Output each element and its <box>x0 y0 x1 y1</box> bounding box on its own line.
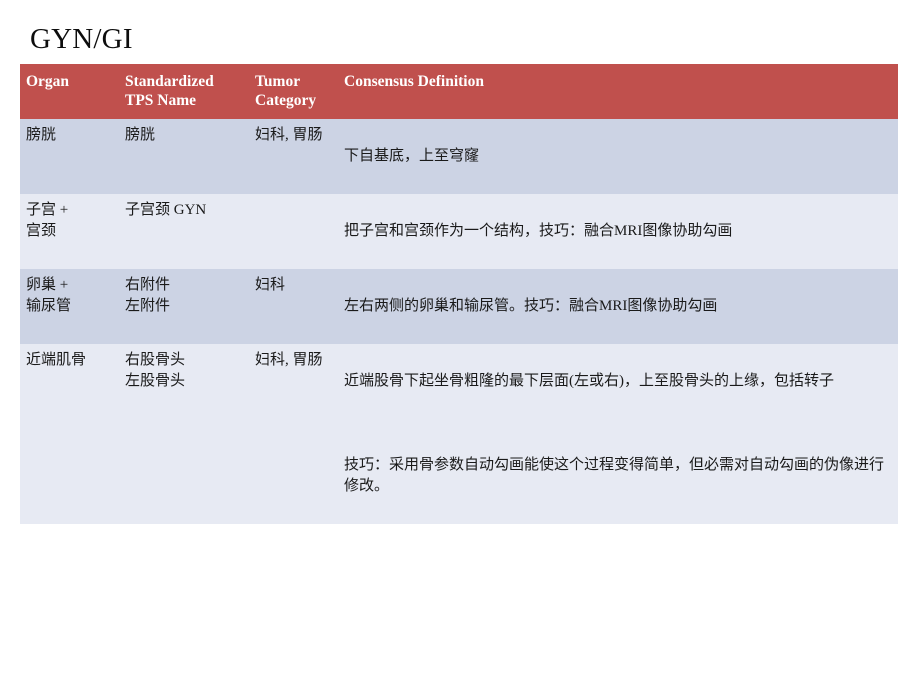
cell-tumor-category: 妇科, 胃肠 <box>255 352 323 368</box>
slide-canvas: GYN/GI Organ Standardized TPS Name Tumor… <box>0 0 920 690</box>
definition-line: 下自基底，上至穹窿 <box>344 148 480 164</box>
cell-organ: 卵巢 + 输尿管 <box>26 277 72 314</box>
cell-consensus-definition: 把子宫和宫颈作为一个结构，技巧：融合MRI图像协助勾画 <box>339 194 898 269</box>
page-title: GYN/GI <box>30 23 133 55</box>
cell-consensus-definition: 下自基底，上至穹窿 <box>339 119 898 194</box>
table-header: Organ Standardized TPS Name Tumor Catego… <box>20 64 898 119</box>
column-header-organ: Organ <box>26 73 70 90</box>
table-header-row: Organ Standardized TPS Name Tumor Catego… <box>20 64 898 119</box>
table-row: 膀胱 膀胱 妇科, 胃肠 下自基底，上至穹窿 <box>20 119 898 194</box>
definition-spacer <box>344 413 894 434</box>
definition-line: 近端股骨下起坐骨粗隆的最下层面(左或右)，上至股骨头的上缘，包括转子 <box>344 373 834 389</box>
cell-tumor-category: 妇科 <box>255 277 286 293</box>
cell-organ: 近端肌骨 <box>26 352 87 368</box>
column-header-standardized-tps-name: Standardized TPS Name <box>125 73 214 109</box>
table-body: 膀胱 膀胱 妇科, 胃肠 下自基底，上至穹窿 子宫 + 宫颈 子宫颈 GYN 把… <box>20 119 898 524</box>
gyn-gi-table: Organ Standardized TPS Name Tumor Catego… <box>20 64 898 524</box>
cell-consensus-definition: 近端股骨下起坐骨粗隆的最下层面(左或右)，上至股骨头的上缘，包括转子 技巧：采用… <box>339 344 898 524</box>
cell-tps-name: 膀胱 <box>125 127 156 143</box>
cell-tps-name: 右附件 左附件 <box>125 277 171 314</box>
cell-tps-name: 右股骨头 左股骨头 <box>125 352 186 389</box>
column-header-consensus-definition: Consensus Definition <box>344 73 484 90</box>
definition-line: 技巧：采用骨参数自动勾画能使这个过程变得简单，但必需对自动勾画的伪像进行修改。 <box>344 457 885 494</box>
cell-organ: 膀胱 <box>26 127 57 143</box>
cell-tps-name: 子宫颈 GYN <box>125 202 207 218</box>
column-header-tumor-category: Tumor Category <box>255 73 317 109</box>
cell-consensus-definition: 左右两侧的卵巢和输尿管。技巧：融合MRI图像协助勾画 <box>339 269 898 344</box>
cell-tumor-category <box>250 194 339 269</box>
table-row: 近端肌骨 右股骨头 左股骨头 妇科, 胃肠 近端股骨下起坐骨粗隆的最下层面(左或… <box>20 344 898 524</box>
table-row: 子宫 + 宫颈 子宫颈 GYN 把子宫和宫颈作为一个结构，技巧：融合MRI图像协… <box>20 194 898 269</box>
cell-tumor-category: 妇科, 胃肠 <box>255 127 323 143</box>
definition-line: 左右两侧的卵巢和输尿管。技巧：融合MRI图像协助勾画 <box>344 298 718 314</box>
cell-organ: 子宫 + 宫颈 <box>26 202 69 239</box>
definition-line: 把子宫和宫颈作为一个结构，技巧：融合MRI图像协助勾画 <box>344 223 733 239</box>
table-row: 卵巢 + 输尿管 右附件 左附件 妇科 左右两侧的卵巢和输尿管。技巧：融合MRI… <box>20 269 898 344</box>
